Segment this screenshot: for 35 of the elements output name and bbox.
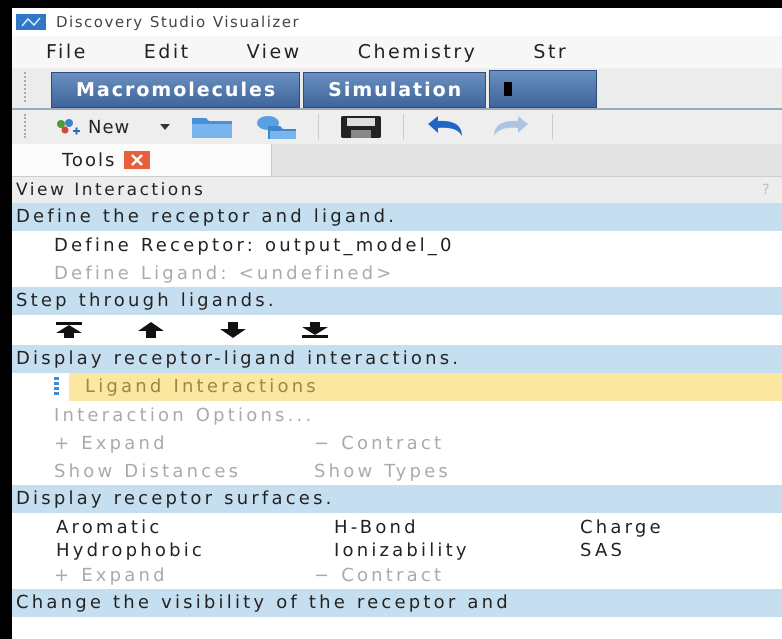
action-link[interactable]: H-Bond — [334, 517, 580, 538]
section-header: Display receptor-ligand interactions. — [12, 345, 782, 373]
ribbon-tab[interactable]: Macromolecules — [51, 72, 300, 108]
menu-item[interactable]: Chemistry — [358, 41, 478, 63]
action-link[interactable]: SAS — [580, 540, 780, 561]
down-arrow-icon[interactable] — [218, 322, 248, 338]
caret-icon[interactable] — [160, 124, 170, 130]
menu-item[interactable]: Str — [533, 41, 568, 63]
menu-item[interactable]: File — [46, 41, 88, 63]
action-link[interactable]: Hydrophobic — [56, 540, 334, 561]
section-header: Step through ligands. — [12, 287, 782, 315]
section-header: Display receptor surfaces. — [12, 485, 782, 513]
first-ligand-icon[interactable] — [54, 322, 84, 338]
ribbon-tab[interactable]: Simulation — [303, 72, 486, 108]
drag-handle-icon — [54, 377, 59, 397]
up-arrow-icon[interactable] — [136, 322, 166, 338]
app-logo-icon — [16, 14, 46, 30]
action-link[interactable]: Aromatic — [56, 517, 334, 538]
new-molecule-icon — [54, 117, 82, 137]
menu-item[interactable]: Edit — [144, 41, 191, 63]
new-button[interactable]: New — [54, 116, 130, 138]
ribbon-tab[interactable] — [489, 70, 598, 108]
menu-item[interactable]: View — [246, 41, 302, 63]
folder-icon[interactable] — [254, 114, 298, 140]
section-header: Define the receptor and ligand. — [12, 203, 782, 231]
panel-title: View Interactions — [16, 180, 206, 200]
last-ligand-icon[interactable] — [300, 322, 330, 338]
close-icon[interactable] — [124, 151, 150, 169]
action-link[interactable]: Charge — [580, 517, 780, 538]
window-title: Discovery Studio Visualizer — [56, 13, 300, 31]
panel-tab-label: Tools — [62, 150, 116, 170]
panel-tab[interactable]: Tools — [12, 144, 272, 176]
action-link[interactable]: Define Receptor: output_model_0 — [54, 234, 455, 256]
action-link[interactable]: Ionizability — [334, 540, 580, 561]
section-header: Change the visibility of the receptor and — [12, 589, 782, 617]
